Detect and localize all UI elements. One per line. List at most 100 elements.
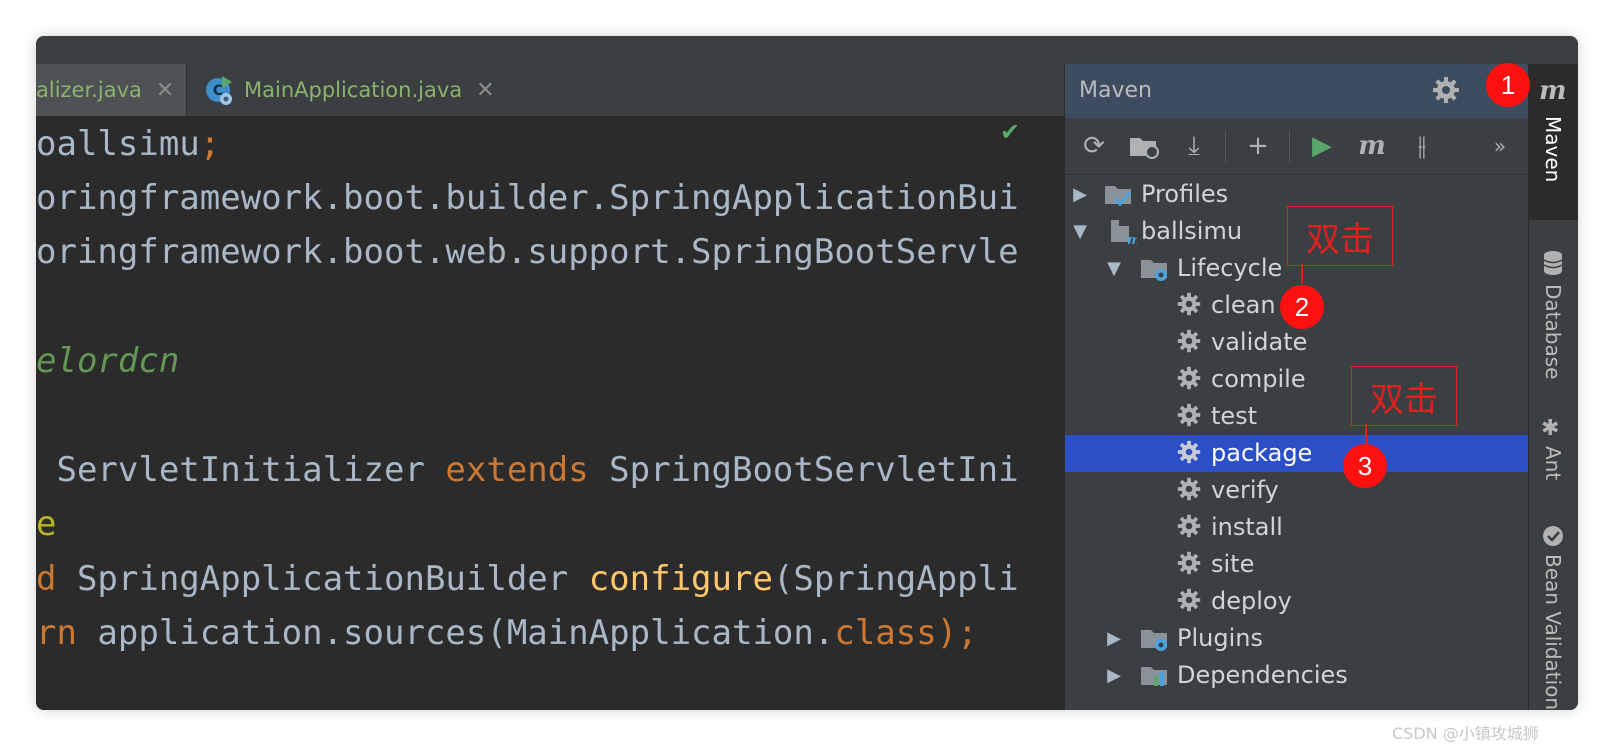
tree-label: Dependencies	[1177, 661, 1348, 689]
gear-icon	[1175, 586, 1205, 616]
tab-label: MainApplication.java	[244, 78, 463, 102]
double-click-callout: 双击	[1351, 366, 1457, 426]
tool-tab-database[interactable]: Database	[1529, 244, 1578, 394]
tree-label: validate	[1211, 328, 1308, 356]
toolbar-divider	[1225, 130, 1226, 162]
bean-validation-icon	[1541, 524, 1565, 552]
tree-label: verify	[1211, 476, 1279, 504]
lifecycle-folder-icon	[1139, 253, 1169, 283]
tree-node-goal-test[interactable]: test	[1065, 398, 1529, 435]
reload-icon[interactable]: ⟳	[1077, 129, 1111, 163]
gear-icon	[1175, 327, 1205, 357]
toggle-offline-icon[interactable]: ⫲	[1405, 129, 1439, 163]
tree-node-goal-verify[interactable]: verify	[1065, 472, 1529, 509]
tree-label: Lifecycle	[1177, 254, 1283, 282]
collapse-arrow-icon[interactable]: ▼	[1103, 250, 1125, 287]
tree-node-goal-install[interactable]: install	[1065, 509, 1529, 546]
gear-icon[interactable]	[1431, 75, 1461, 105]
tree-node-goal-deploy[interactable]: deploy	[1065, 583, 1529, 620]
tree-label: ballsimu	[1141, 217, 1243, 245]
dependencies-folder-icon	[1139, 660, 1169, 690]
toolbar-divider	[1289, 130, 1290, 162]
more-icon[interactable]: »	[1483, 129, 1517, 163]
ant-icon: ✱	[1541, 416, 1560, 441]
tree-label: package	[1211, 439, 1313, 467]
java-class-icon: C	[204, 74, 236, 106]
code-line: d SpringApplicationBuilder configure(Spr…	[36, 559, 1019, 599]
ide-window: alizer.java ✕ C MainApplication.java ✕ ✔…	[36, 36, 1578, 710]
download-icon[interactable]: ⤓	[1177, 129, 1211, 163]
expand-arrow-icon[interactable]: ▶	[1069, 176, 1091, 213]
step-badge-3: 3	[1343, 444, 1387, 488]
run-icon[interactable]: ▶	[1305, 129, 1339, 163]
close-icon[interactable]: ✕	[476, 78, 494, 103]
right-tool-strip: m Maven Database ✱ Ant Bean Validation	[1528, 64, 1578, 710]
expand-arrow-icon[interactable]: ▶	[1103, 657, 1125, 694]
tool-tab-label: Ant	[1541, 446, 1565, 481]
code-line: oallsimu;	[36, 124, 221, 164]
folder-reload-icon[interactable]	[1127, 129, 1161, 163]
step-badge-1: 1	[1486, 63, 1530, 107]
tab-servlet-initializer[interactable]: alizer.java ✕	[36, 64, 187, 116]
tool-tab-label: Bean Validation	[1541, 554, 1565, 710]
tree-label: install	[1211, 513, 1283, 541]
tool-tab-bean-validation[interactable]: Bean Validation	[1529, 522, 1578, 710]
editor-tab-bar: alizer.java ✕ C MainApplication.java ✕	[36, 64, 1064, 117]
profiles-folder-icon	[1103, 179, 1133, 209]
code-line: oringframework.boot.web.support.SpringBo…	[36, 232, 1019, 272]
tool-tab-maven[interactable]: m Maven	[1529, 64, 1578, 220]
gear-icon	[1175, 438, 1205, 468]
gear-icon	[1175, 475, 1205, 505]
close-icon[interactable]: ✕	[156, 78, 174, 103]
gear-icon	[1175, 401, 1205, 431]
tree-node-dependencies[interactable]: ▶ Dependencies	[1065, 657, 1529, 694]
callout-pointer	[1365, 424, 1367, 446]
code-line: ServletInitializer extends SpringBootSer…	[36, 450, 1019, 490]
code-line: rn application.sources(MainApplication.c…	[36, 613, 978, 653]
database-icon	[1541, 250, 1565, 280]
gear-icon	[1175, 290, 1205, 320]
tool-tab-ant[interactable]: ✱ Ant	[1529, 414, 1578, 504]
step-badge-2: 2	[1280, 285, 1324, 329]
maven-goal-icon[interactable]: m	[1355, 129, 1389, 163]
code-line: e	[36, 504, 57, 544]
tree-node-goal-compile[interactable]: compile	[1065, 361, 1529, 398]
gear-icon	[1175, 364, 1205, 394]
code-line: elordcn	[36, 341, 180, 381]
tree-label: deploy	[1211, 587, 1292, 615]
maven-toolbar: ⟳ ⤓ + ▶ m ⫲ »	[1065, 118, 1529, 175]
collapse-arrow-icon[interactable]: ▼	[1069, 213, 1091, 250]
panel-title: Maven	[1079, 78, 1152, 103]
callout-pointer	[1301, 264, 1303, 284]
gear-icon	[1175, 512, 1205, 542]
tree-label: site	[1211, 550, 1255, 578]
tree-label: Plugins	[1177, 624, 1263, 652]
double-click-callout: 双击	[1287, 206, 1393, 266]
tool-tab-label: Database	[1541, 284, 1565, 380]
code-line: oringframework.boot.builder.SpringApplic…	[36, 178, 1019, 218]
title-bar	[36, 36, 1578, 64]
tree-label: Profiles	[1141, 180, 1229, 208]
tab-main-application[interactable]: C MainApplication.java ✕	[188, 64, 495, 116]
tree-label: compile	[1211, 365, 1306, 393]
plugins-folder-icon	[1139, 623, 1169, 653]
tree-node-goal-validate[interactable]: validate	[1065, 324, 1529, 361]
tool-tab-label: Maven	[1541, 116, 1565, 183]
tree-node-goal-site[interactable]: site	[1065, 546, 1529, 583]
svg-text:m: m	[1127, 233, 1137, 246]
maven-header: Maven	[1065, 64, 1529, 118]
expand-arrow-icon[interactable]: ▶	[1103, 620, 1125, 657]
tree-label: clean	[1211, 291, 1276, 319]
maven-logo-icon: m	[1539, 76, 1567, 106]
code-editor[interactable]: ✔ oallsimu; oringframework.boot.builder.…	[36, 116, 1064, 710]
maven-tool-window: Maven ⟳ ⤓ + ▶ m ⫲ » ▶ Profiles ▼ ballsim…	[1064, 64, 1529, 710]
watermark: CSDN @小镇攻城狮	[1392, 724, 1539, 743]
gear-icon	[1175, 549, 1205, 579]
tab-label: alizer.java	[36, 78, 142, 102]
inspection-ok-icon: ✔	[1000, 118, 1021, 146]
tree-node-goal-package[interactable]: package	[1065, 435, 1529, 472]
maven-project-icon: m	[1107, 216, 1141, 248]
add-icon[interactable]: +	[1241, 129, 1275, 163]
tree-node-plugins[interactable]: ▶ Plugins	[1065, 620, 1529, 657]
tree-label: test	[1211, 402, 1258, 430]
